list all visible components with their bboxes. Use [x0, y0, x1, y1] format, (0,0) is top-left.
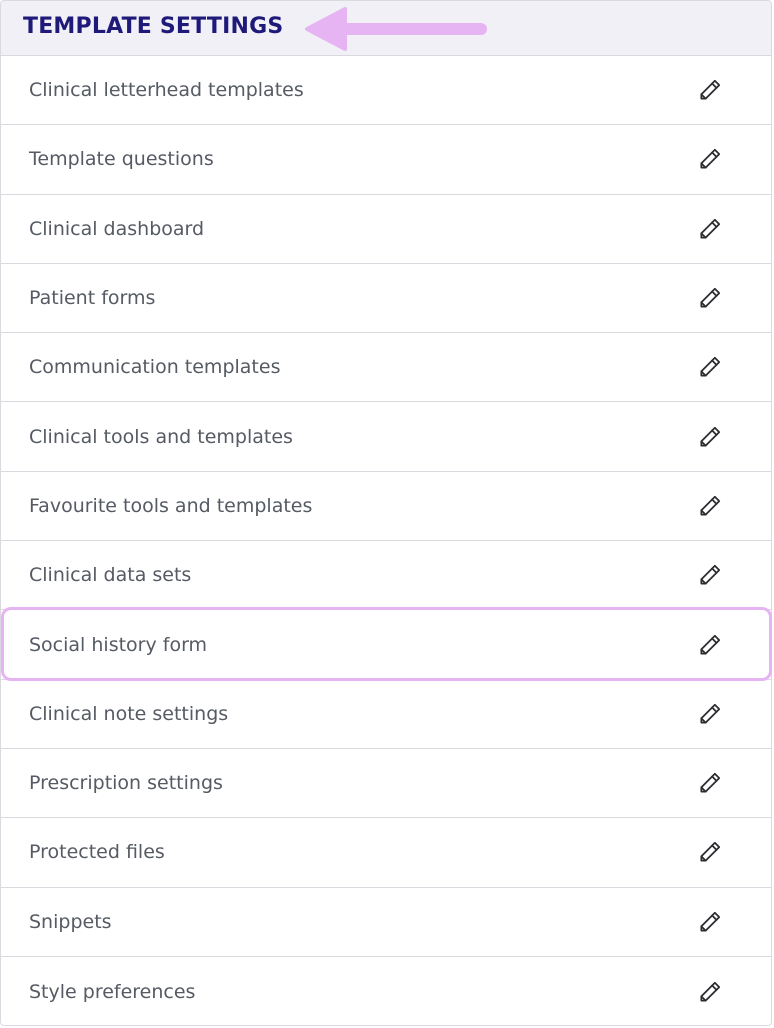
edit-pencil-icon[interactable]: [697, 562, 723, 588]
list-item-label: Prescription settings: [29, 772, 223, 795]
list-item-label: Clinical note settings: [29, 702, 229, 725]
list-item-communication-templates[interactable]: Communication templates: [1, 333, 771, 403]
edit-pencil-icon[interactable]: [697, 354, 723, 380]
edit-pencil-icon[interactable]: [697, 979, 723, 1005]
list-item-label: Clinical tools and templates: [29, 425, 293, 448]
list-item-label: Clinical dashboard: [29, 217, 205, 240]
list-item-label: Style preferences: [29, 980, 196, 1003]
list-item-label: Snippets: [29, 910, 112, 933]
edit-pencil-icon[interactable]: [697, 285, 723, 311]
list-item-label: Clinical letterhead templates: [29, 79, 304, 102]
panel-header: TEMPLATE SETTINGS: [1, 1, 771, 56]
template-settings-panel: TEMPLATE SETTINGS Clinical letterhead te…: [0, 0, 772, 1026]
list-item-label: Favourite tools and templates: [29, 494, 313, 517]
list-item-clinical-tools-and-templates[interactable]: Clinical tools and templates: [1, 402, 771, 472]
list-item-protected-files[interactable]: Protected files: [1, 818, 771, 888]
list-item-label: Clinical data sets: [29, 564, 192, 587]
list-item-label: Communication templates: [29, 356, 281, 379]
annotation-arrow-icon: [305, 7, 487, 51]
list-item-label: Protected files: [29, 841, 165, 864]
edit-pencil-icon[interactable]: [697, 424, 723, 450]
page-title: TEMPLATE SETTINGS: [23, 14, 284, 39]
list-item-label: Social history form: [29, 633, 208, 656]
list-item-template-questions[interactable]: Template questions: [1, 125, 771, 195]
settings-list: Clinical letterhead templates Template q…: [1, 56, 771, 1025]
list-item-patient-forms[interactable]: Patient forms: [1, 264, 771, 334]
list-item-clinical-note-settings[interactable]: Clinical note settings: [1, 680, 771, 749]
list-item-style-preferences[interactable]: Style preferences: [1, 957, 771, 1025]
list-item-label: Template questions: [29, 148, 214, 171]
edit-pencil-icon[interactable]: [697, 839, 723, 865]
edit-pencil-icon[interactable]: [697, 146, 723, 172]
edit-pencil-icon[interactable]: [697, 77, 723, 103]
list-item-clinical-dashboard[interactable]: Clinical dashboard: [1, 195, 771, 264]
edit-pencil-icon[interactable]: [697, 216, 723, 242]
edit-pencil-icon[interactable]: [697, 493, 723, 519]
list-item-prescription-settings[interactable]: Prescription settings: [1, 749, 771, 819]
list-item-social-history-form[interactable]: Social history form: [1, 610, 771, 680]
edit-pencil-icon[interactable]: [697, 701, 723, 727]
edit-pencil-icon[interactable]: [697, 632, 723, 658]
list-item-clinical-data-sets[interactable]: Clinical data sets: [1, 541, 771, 611]
list-item-label: Patient forms: [29, 287, 156, 310]
list-item-clinical-letterhead-templates[interactable]: Clinical letterhead templates: [1, 56, 771, 126]
edit-pencil-icon[interactable]: [697, 770, 723, 796]
edit-pencil-icon[interactable]: [697, 909, 723, 935]
list-item-favourite-tools-and-templates[interactable]: Favourite tools and templates: [1, 472, 771, 542]
list-item-snippets[interactable]: Snippets: [1, 888, 771, 957]
